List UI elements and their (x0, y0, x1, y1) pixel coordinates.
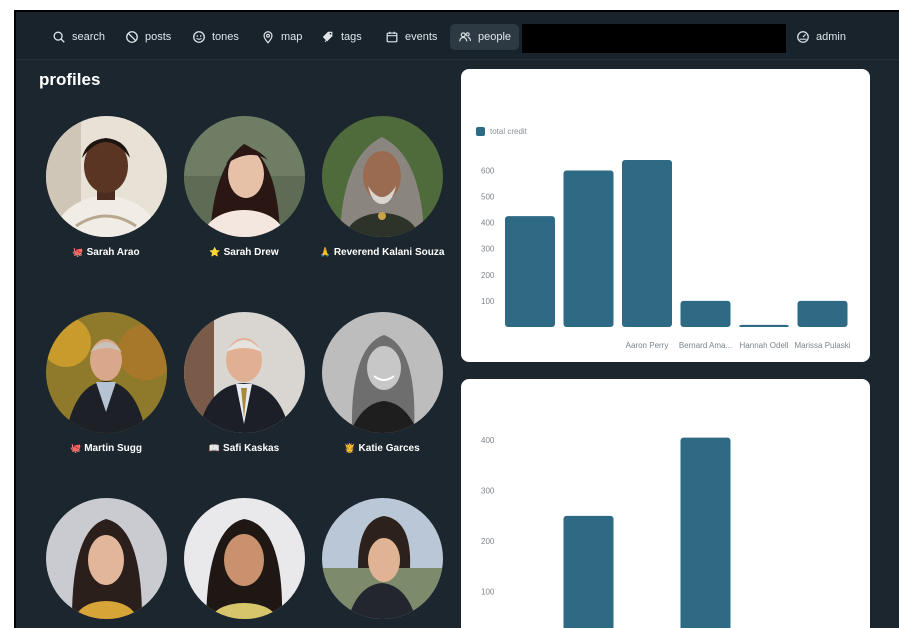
avatar-photo (321, 116, 443, 237)
nav-label: map (281, 31, 303, 43)
avatar-photo (183, 312, 305, 433)
people-icon (459, 32, 471, 42)
avatar (183, 116, 305, 237)
y-tick-label: 100 (481, 588, 495, 597)
avatar (45, 312, 167, 433)
profile-name-text: Safi Kaskas (223, 443, 280, 454)
avatar (183, 312, 305, 433)
avatar (321, 498, 443, 619)
second-chart-card: 100 200 300 400 (461, 379, 870, 628)
y-tick-label: 100 (481, 297, 495, 306)
y-tick-label: 300 (481, 245, 495, 254)
profile-name-text: Sarah Drew (223, 247, 279, 258)
avatar (183, 498, 305, 619)
profile-card[interactable] (312, 498, 452, 628)
profile-emoji: ⭐ (209, 247, 221, 257)
profile-name: 🙏 Reverend Kalani Souza (312, 246, 452, 259)
profile-card[interactable]: 📖 Safi Kaskas (174, 312, 314, 455)
profile-name: 🐙 Martin Sugg (36, 442, 176, 455)
bar[interactable] (563, 515, 614, 628)
profile-emoji: 🐙 (72, 247, 84, 257)
map-pin-icon (263, 31, 273, 44)
nav-map[interactable]: map (253, 24, 310, 50)
x-tick-label: Aaron Perry (626, 341, 669, 350)
bar[interactable] (622, 160, 672, 327)
profile-name-text: Katie Garces (358, 443, 420, 454)
x-tick-label: Marissa Pulaski (794, 341, 850, 350)
avatar-photo (45, 116, 167, 237)
bar-chart: 100 200 300 400 500 600 Aaron Perry Bernard Ama… (481, 160, 851, 350)
avatar (321, 312, 443, 433)
app-window: search posts tones map tags events peopl… (14, 10, 899, 628)
avatar-photo (183, 498, 305, 619)
avatar-photo (45, 312, 167, 433)
avatar (45, 116, 167, 237)
profile-emoji: 📖 (208, 443, 221, 453)
nav-people[interactable]: people (450, 24, 520, 50)
profile-card[interactable]: 🐙 Martin Sugg (36, 312, 176, 455)
nav-label: events (405, 31, 438, 43)
nav-label: posts (145, 31, 172, 43)
avatar-photo (321, 312, 443, 433)
profile-card[interactable]: ⭐ Sarah Drew (174, 116, 314, 259)
y-tick-label: 400 (481, 219, 495, 228)
profile-name: 🐙 Sarah Arao (36, 246, 176, 259)
y-tick-label: 400 (481, 436, 495, 445)
profile-card[interactable]: 🙏 Reverend Kalani Souza (312, 116, 452, 259)
smiley-icon (193, 31, 205, 43)
profile-card[interactable] (36, 498, 176, 628)
calendar-icon (386, 31, 398, 43)
avatar-photo (183, 116, 305, 237)
nav-label: tones (212, 31, 239, 43)
x-tick-label: Bernard Ama... (679, 341, 732, 350)
no-entry-icon (126, 31, 138, 43)
profile-name: 👸 Katie Garces (312, 442, 452, 455)
bar-chart: 100 200 300 400 (481, 436, 731, 628)
nav-tags[interactable]: tags (313, 24, 370, 50)
tags-icon (322, 31, 333, 43)
page-title: profiles (39, 70, 101, 89)
profile-name-text: Sarah Arao (86, 247, 140, 258)
nav-events[interactable]: events (377, 24, 445, 50)
nav-posts[interactable]: posts (117, 24, 179, 50)
profile-name: 📖 Safi Kaskas (174, 442, 314, 455)
profile-card[interactable]: 🐙 Sarah Arao (36, 116, 176, 259)
bar[interactable] (797, 300, 848, 327)
avatar-photo (321, 498, 443, 619)
profile-name-text: Martin Sugg (84, 443, 142, 454)
nav-label: search (72, 31, 106, 43)
credit-chart-card: total credit 100 200 300 400 500 600 Aaron Per… (461, 69, 870, 362)
y-tick-label: 500 (481, 193, 495, 202)
y-tick-label: 200 (481, 537, 495, 546)
nav-label: tags (341, 31, 362, 43)
dashboard-gauge-icon (797, 31, 809, 43)
admin-link[interactable]: admin (788, 24, 854, 50)
bar[interactable] (505, 216, 555, 327)
profile-emoji: 🐙 (70, 443, 82, 453)
bar[interactable] (563, 170, 614, 327)
y-tick-label: 300 (481, 487, 495, 496)
profile-name: ⭐ Sarah Drew (174, 246, 314, 259)
avatar-photo (45, 498, 167, 619)
nav-tones[interactable]: tones (184, 24, 247, 50)
avatar (321, 116, 443, 237)
admin-label: admin (816, 31, 846, 43)
profile-emoji: 👸 (344, 443, 356, 453)
profile-name-text: Reverend Kalani Souza (333, 247, 445, 258)
search-icon (53, 31, 65, 43)
profile-card[interactable]: 👸 Katie Garces (312, 312, 452, 455)
bar[interactable] (739, 324, 789, 327)
y-tick-label: 600 (481, 166, 495, 175)
bar[interactable] (680, 300, 731, 327)
top-nav: search posts tones map tags events peopl… (16, 12, 899, 60)
nav-label: people (478, 31, 512, 43)
profile-emoji: 🙏 (319, 247, 331, 257)
profile-card[interactable] (174, 498, 314, 628)
bar[interactable] (680, 437, 731, 628)
avatar (45, 498, 167, 619)
x-tick-label: Hannah Odell (740, 341, 789, 350)
search-input[interactable] (522, 24, 786, 53)
nav-search[interactable]: search (44, 24, 113, 50)
y-tick-label: 200 (481, 271, 495, 280)
